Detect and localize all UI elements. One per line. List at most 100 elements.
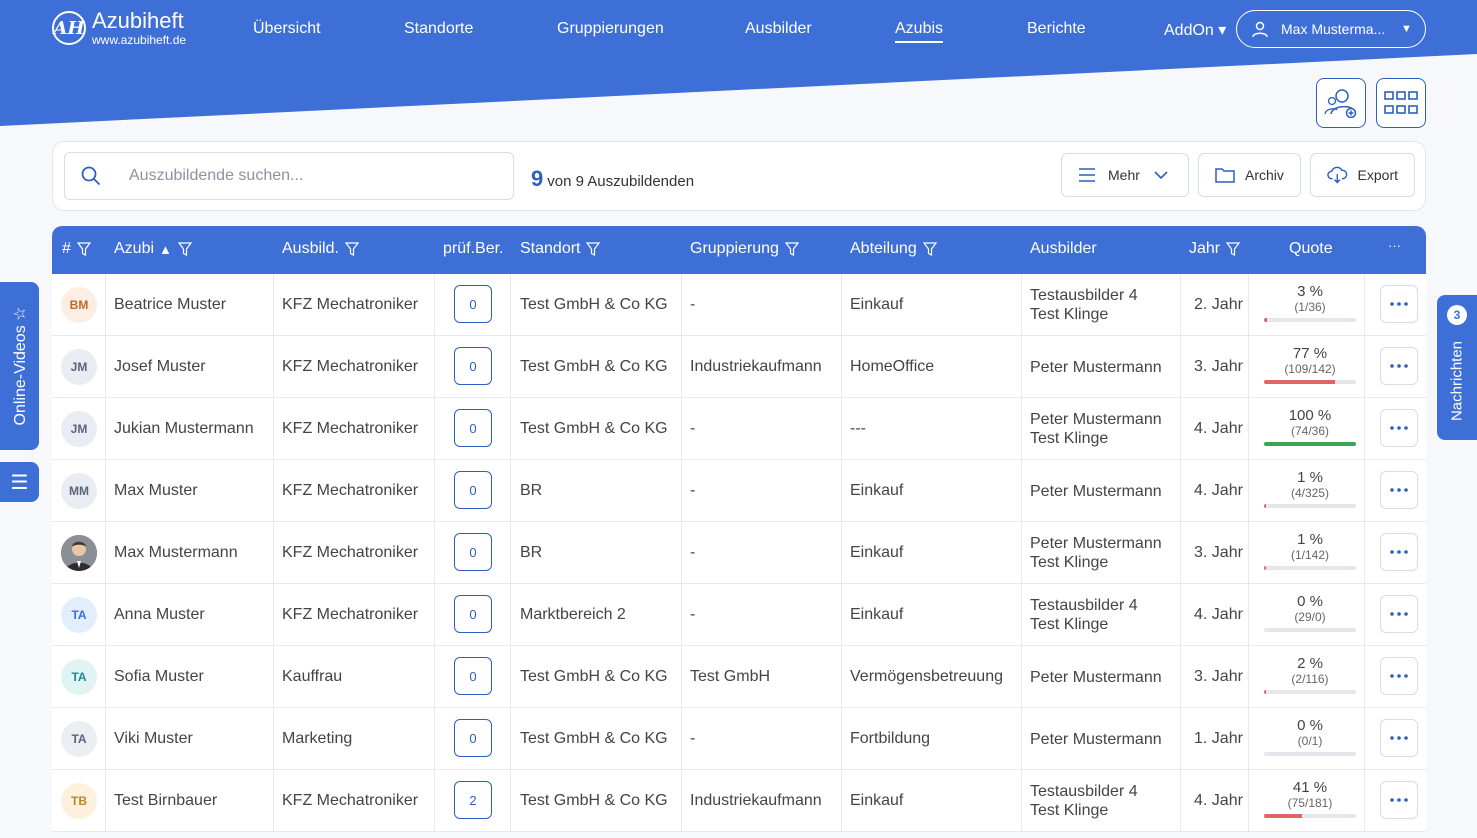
avatar: JM (61, 349, 97, 385)
quote-progress-bar (1264, 318, 1356, 322)
nav-standorte[interactable]: Standorte (404, 20, 473, 38)
azubi-name[interactable]: Beatrice Muster (114, 274, 226, 336)
row-actions-button[interactable] (1380, 471, 1418, 509)
table-row[interactable]: TB Test Birnbauer KFZ Mechatroniker 2 Test G… (52, 770, 1426, 832)
nav-gruppierungen[interactable]: Gruppierungen (557, 20, 664, 38)
table-row[interactable]: TA Anna Muster KFZ Mechatroniker 0 Marktbere… (52, 584, 1426, 646)
row-actions-button[interactable] (1380, 719, 1418, 757)
azubi-name[interactable]: Test Birnbauer (114, 770, 217, 832)
mehr-label: Mehr (1108, 167, 1140, 183)
quote: 1 % (4/325) (1264, 469, 1356, 508)
azubi-name[interactable]: Sofia Muster (114, 646, 204, 708)
nav-berichte[interactable]: Berichte (1027, 20, 1086, 38)
col-azubi[interactable]: Azubi ▲ (114, 240, 192, 258)
search-input[interactable]: Auszubildende suchen... (64, 152, 514, 200)
mehr-button[interactable]: Mehr (1061, 153, 1189, 197)
row-actions-button[interactable] (1380, 409, 1418, 447)
jahr: 4. Jahr (1194, 482, 1243, 499)
row-actions-button[interactable] (1380, 657, 1418, 695)
col-ausbild[interactable]: Ausbild. (282, 240, 359, 258)
table-row[interactable]: JM Josef Muster KFZ Mechatroniker 0 Test Gmb… (52, 336, 1426, 398)
more-dots-icon (1390, 798, 1408, 802)
hamburger-icon: ☰ (10, 471, 29, 494)
col-num[interactable]: # (62, 240, 91, 258)
table-row[interactable]: MM Max Muster KFZ Mechatroniker 0 BR - Einkauf… (52, 460, 1426, 522)
nachrichten-tab[interactable]: 3 Nachrichten (1437, 295, 1477, 440)
table-row[interactable]: Max Mustermann KFZ Mechatroniker 0 BR - Einka… (52, 522, 1426, 584)
column-divider (841, 274, 842, 336)
column-divider (434, 460, 435, 522)
cloud-download-icon (1327, 166, 1348, 184)
pruef-berichte-button[interactable]: 0 (454, 409, 492, 447)
ausbilder-secondary: Test Klinge (1030, 554, 1109, 571)
azubi-name[interactable]: Max Mustermann (114, 522, 238, 584)
jahr: 3. Jahr (1194, 668, 1243, 685)
column-divider (273, 708, 274, 770)
nav-addon[interactable]: AddOn ▾ (1164, 20, 1226, 40)
brand-logo[interactable]: AH Azubiheft www.azubiheft.de (52, 10, 186, 46)
pruef-berichte-button[interactable]: 0 (454, 471, 492, 509)
column-divider (1021, 336, 1022, 398)
pruef-berichte-button[interactable]: 0 (454, 595, 492, 633)
row-actions-button[interactable] (1380, 347, 1418, 385)
online-videos-tab[interactable]: Online-Videos ☆ (0, 282, 39, 450)
column-divider (681, 460, 682, 522)
column-divider (273, 770, 274, 832)
pruef-berichte-button[interactable]: 0 (454, 347, 492, 385)
quote-progress-fill (1264, 442, 1356, 446)
table-row[interactable]: JM Jukian Mustermann KFZ Mechatroniker 0 Tes… (52, 398, 1426, 460)
user-menu-button[interactable]: Max Musterma... ▼ (1236, 10, 1426, 48)
pruef-berichte-button[interactable]: 0 (454, 657, 492, 695)
col-quote[interactable]: Quote (1289, 240, 1333, 258)
column-divider (1248, 770, 1249, 832)
pruef-berichte-button[interactable]: 2 (454, 781, 492, 819)
archiv-button[interactable]: Archiv (1198, 153, 1301, 197)
ausbildung: Kauffrau (282, 668, 343, 685)
azubi-name[interactable]: Jukian Mustermann (114, 398, 254, 460)
azubi-name[interactable]: Max Muster (114, 460, 198, 522)
row-actions-button[interactable] (1380, 595, 1418, 633)
col-jahr[interactable]: Jahr (1189, 240, 1241, 258)
column-divider (434, 522, 435, 584)
row-actions-button[interactable] (1380, 285, 1418, 323)
column-divider (1180, 274, 1181, 336)
side-menu-button[interactable]: ☰ (0, 462, 39, 502)
col-pruef[interactable]: prüf.Ber. (443, 240, 503, 258)
column-divider (105, 460, 106, 522)
standort: Test GmbH & Co KG (520, 668, 668, 685)
azubi-name[interactable]: Viki Muster (114, 708, 193, 770)
nav-ausbilder[interactable]: Ausbilder (745, 20, 812, 38)
col-ausbilder[interactable]: Ausbilder (1030, 240, 1097, 258)
abteilung: Einkauf (850, 482, 904, 499)
abteilung: Fortbildung (850, 730, 931, 747)
export-label: Export (1357, 167, 1398, 183)
azubi-name[interactable]: Anna Muster (114, 584, 205, 646)
filter-icon (177, 242, 192, 256)
col-standort[interactable]: Standort (520, 240, 601, 258)
avatar: MM (61, 473, 97, 509)
add-azubi-button[interactable] (1316, 78, 1366, 128)
col-more[interactable]: ··· (1388, 238, 1401, 253)
nav-uebersicht[interactable]: Übersicht (253, 20, 321, 38)
pruef-berichte-button[interactable]: 0 (454, 719, 492, 757)
table-row[interactable]: TA Viki Muster Marketing 0 Test GmbH & Co KG… (52, 708, 1426, 770)
azubi-name[interactable]: Josef Muster (114, 336, 206, 398)
column-divider (681, 274, 682, 336)
export-button[interactable]: Export (1310, 153, 1415, 197)
row-actions-button[interactable] (1380, 533, 1418, 571)
col-gruppierung[interactable]: Gruppierung (690, 240, 799, 258)
row-actions-button[interactable] (1380, 781, 1418, 819)
grid-view-button[interactable] (1376, 78, 1426, 128)
table-row[interactable]: BM Beatrice Muster KFZ Mechatroniker 0 Test … (52, 274, 1426, 336)
column-divider (841, 460, 842, 522)
azubi-table: # Azubi ▲ Ausbild. prüf.Ber. Standort Gru… (52, 226, 1426, 832)
col-abteilung[interactable]: Abteilung (850, 240, 937, 258)
standort: Test GmbH & Co KG (520, 358, 668, 375)
column-divider (105, 770, 106, 832)
pruef-berichte-button[interactable]: 0 (454, 533, 492, 571)
table-row[interactable]: TA Sofia Muster Kauffrau 0 Test GmbH & Co KG… (52, 646, 1426, 708)
nav-azubis[interactable]: Azubis (895, 20, 944, 43)
pruef-berichte-button[interactable]: 0 (454, 285, 492, 323)
column-divider (1248, 274, 1249, 336)
column-divider (510, 646, 511, 708)
